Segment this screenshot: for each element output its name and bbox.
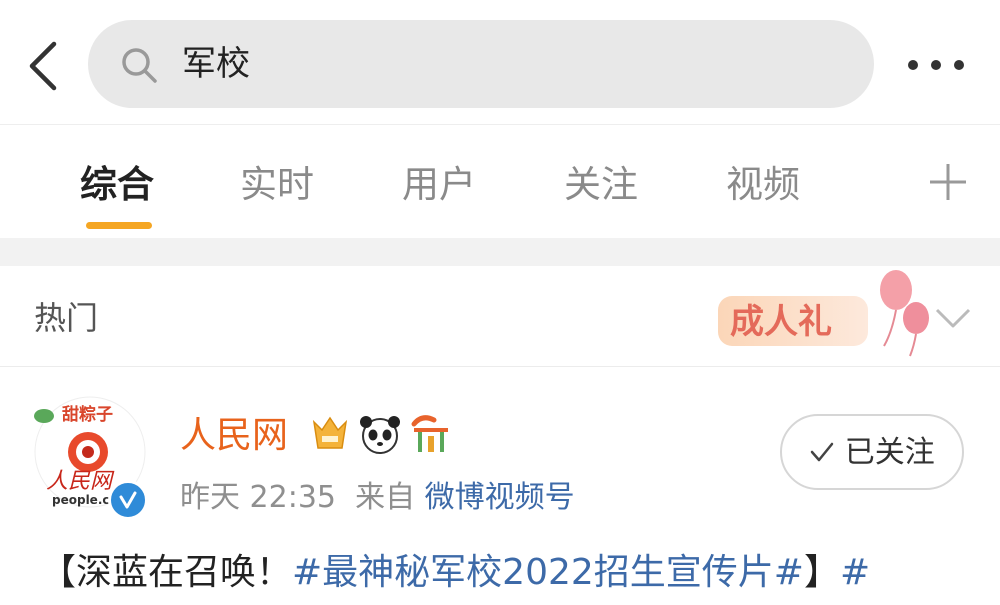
post-meta: 昨天 22:35 来自 微博视频号 xyxy=(180,478,575,518)
hashtag-link[interactable]: #最神秘军校2022招生宣传片# xyxy=(292,552,804,593)
section-divider xyxy=(0,238,1000,266)
tab-video[interactable]: 视频 xyxy=(726,161,800,209)
hashtag-link-trailing[interactable]: # xyxy=(840,552,870,593)
user-badges xyxy=(312,415,448,454)
more-options-icon[interactable] xyxy=(900,52,972,76)
back-arrow-icon[interactable] xyxy=(22,38,66,94)
banner-text: 成人礼 xyxy=(730,302,832,342)
author-name[interactable]: 人民网 xyxy=(180,414,288,458)
hot-section-header: 热门 成人礼 xyxy=(0,266,1000,367)
vip-crown-icon xyxy=(312,416,348,449)
follow-button-label: 已关注 xyxy=(844,435,935,470)
tab-users[interactable]: 用户 xyxy=(402,161,476,209)
check-icon xyxy=(810,442,834,462)
avatar-festival-text: 甜粽子 xyxy=(62,404,113,425)
verified-badge-icon xyxy=(108,480,148,520)
coming-of-age-banner[interactable]: 成人礼 xyxy=(714,266,938,362)
post-text: 【深蓝在召唤！#最神秘军校2022招生宣传片#】# xyxy=(40,550,980,596)
tab-comprehensive[interactable]: 综合 xyxy=(80,161,154,209)
post-card: 甜粽子 人民网 people.c 人民网 昨天 22:35 来自 微博视频号 已… xyxy=(0,366,1000,605)
add-tab-icon[interactable] xyxy=(928,162,968,202)
search-box[interactable]: 军校 xyxy=(88,20,874,108)
top-bar: 军校 xyxy=(0,0,1000,124)
follow-button[interactable]: 已关注 xyxy=(780,414,964,490)
search-query[interactable]: 军校 xyxy=(182,42,250,86)
hot-label: 热门 xyxy=(34,299,99,337)
gate-icon xyxy=(411,415,448,452)
tab-realtime[interactable]: 实时 xyxy=(240,161,314,209)
tab-following[interactable]: 关注 xyxy=(564,161,638,209)
search-icon xyxy=(122,48,157,83)
post-text-prefix: 【深蓝在召唤！ xyxy=(40,552,293,593)
active-tab-indicator xyxy=(86,222,152,229)
panda-icon xyxy=(360,416,400,454)
avatar-logo-text: 人民网 xyxy=(46,469,115,494)
source-prefix: 来自 xyxy=(355,480,416,515)
chevron-down-icon[interactable] xyxy=(934,306,972,330)
post-time: 昨天 22:35 xyxy=(180,480,336,515)
post-text-suffix: 】 xyxy=(803,552,840,593)
post-source-link[interactable]: 微博视频号 xyxy=(425,480,575,515)
avatar-domain-text: people.c xyxy=(52,493,110,507)
